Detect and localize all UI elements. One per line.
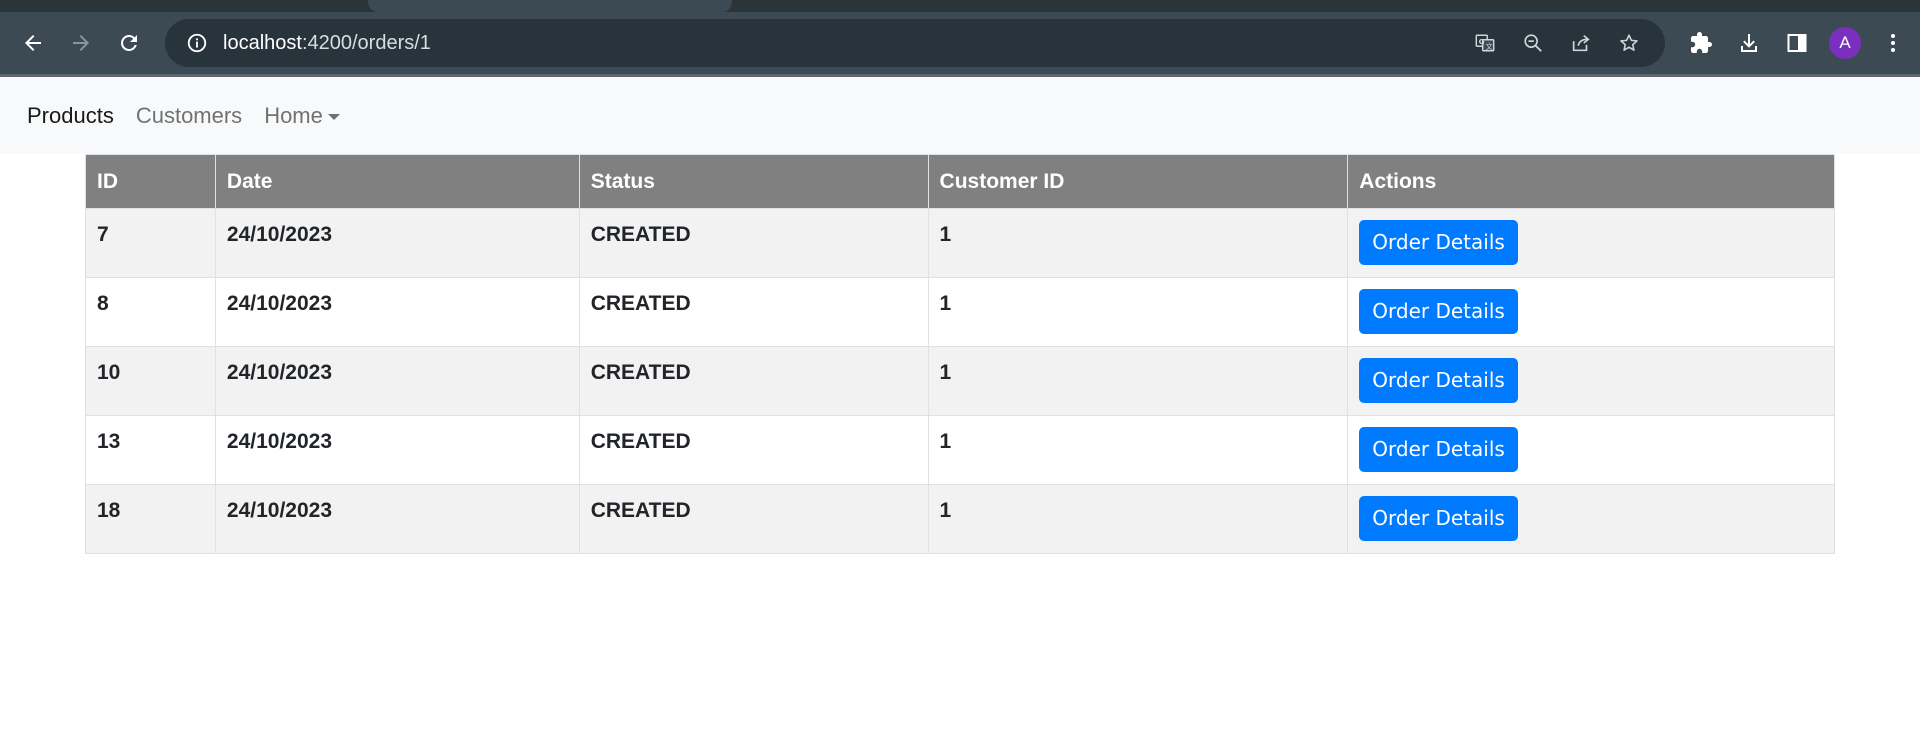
avatar: A	[1829, 27, 1861, 59]
table-header-row: ID Date Status Customer ID Actions	[85, 154, 1835, 209]
info-icon[interactable]	[185, 31, 209, 55]
active-tab[interactable]	[368, 0, 732, 12]
kebab-menu-icon[interactable]	[1869, 21, 1917, 65]
download-icon[interactable]	[1725, 21, 1773, 65]
order-details-button[interactable]: Order Details	[1359, 289, 1518, 334]
share-icon[interactable]	[1557, 21, 1605, 65]
cell-id: 8	[85, 277, 216, 347]
table-row: 8 24/10/2023 CREATED 1 Order Details	[85, 277, 1835, 347]
table-row: 10 24/10/2023 CREATED 1 Order Details	[85, 346, 1835, 416]
table-row: 13 24/10/2023 CREATED 1 Order Details	[85, 415, 1835, 485]
url-path: :4200/orders/1	[301, 31, 431, 54]
cell-status: CREATED	[578, 208, 929, 278]
star-icon[interactable]	[1605, 21, 1653, 65]
cell-actions: Order Details	[1347, 277, 1835, 347]
profile-button[interactable]: A	[1821, 21, 1869, 65]
nav-customers[interactable]: Customers	[136, 103, 242, 129]
cell-id: 7	[85, 208, 216, 278]
table-row: 18 24/10/2023 CREATED 1 Order Details	[85, 484, 1835, 554]
nav-home-dropdown[interactable]: Home	[264, 103, 340, 129]
url-text[interactable]: localhost:4200/orders/1	[223, 32, 431, 55]
back-arrow-icon	[25, 35, 41, 51]
cell-date: 24/10/2023	[214, 484, 580, 554]
cell-id: 13	[85, 415, 216, 485]
cell-customer-id: 1	[927, 208, 1349, 278]
table-row: 7 24/10/2023 CREATED 1 Order Details	[85, 208, 1835, 278]
order-details-button[interactable]: Order Details	[1359, 496, 1518, 541]
orders-table: ID Date Status Customer ID Actions 7 24/…	[85, 154, 1835, 554]
side-panel-icon[interactable]	[1773, 21, 1821, 65]
caret-down-icon	[327, 113, 340, 120]
cell-actions: Order Details	[1347, 346, 1835, 416]
reload-icon	[121, 35, 137, 51]
cell-date: 24/10/2023	[214, 346, 580, 416]
order-details-button[interactable]: Order Details	[1359, 427, 1518, 472]
cell-date: 24/10/2023	[214, 208, 580, 278]
orders-table-container: ID Date Status Customer ID Actions 7 24/…	[85, 154, 1835, 554]
forward-arrow-icon	[73, 35, 89, 51]
cell-id: 10	[85, 346, 216, 416]
address-bar[interactable]: localhost:4200/orders/1 G 文	[165, 19, 1665, 67]
cell-date: 24/10/2023	[214, 277, 580, 347]
cell-customer-id: 1	[927, 484, 1349, 554]
browser-chrome: localhost:4200/orders/1 G 文 A	[0, 0, 1920, 77]
translate-icon[interactable]: G 文	[1461, 21, 1509, 65]
app-navbar: Products Customers Home	[0, 77, 1920, 154]
column-header-actions: Actions	[1347, 154, 1835, 209]
cell-actions: Order Details	[1347, 484, 1835, 554]
column-header-id: ID	[85, 154, 216, 209]
reload-button[interactable]	[105, 21, 153, 65]
column-header-date: Date	[214, 154, 580, 209]
svg-text:文: 文	[1485, 42, 1493, 51]
cell-status: CREATED	[578, 484, 929, 554]
cell-customer-id: 1	[927, 346, 1349, 416]
svg-text:G: G	[1479, 37, 1485, 46]
address-bar-actions: G 文	[1461, 19, 1653, 67]
puzzle-icon[interactable]	[1677, 21, 1725, 65]
tab-strip	[0, 0, 1920, 12]
nav-home-label: Home	[264, 102, 323, 128]
cell-status: CREATED	[578, 346, 929, 416]
order-details-button[interactable]: Order Details	[1359, 220, 1518, 265]
back-button[interactable]	[9, 21, 57, 65]
cell-actions: Order Details	[1347, 208, 1835, 278]
cell-customer-id: 1	[927, 415, 1349, 485]
toolbar-actions: A	[1677, 21, 1917, 65]
cell-status: CREATED	[578, 277, 929, 347]
cell-status: CREATED	[578, 415, 929, 485]
zoom-out-icon[interactable]	[1509, 21, 1557, 65]
nav-products[interactable]: Products	[27, 103, 114, 129]
cell-date: 24/10/2023	[214, 415, 580, 485]
cell-actions: Order Details	[1347, 415, 1835, 485]
url-host: localhost	[223, 31, 302, 54]
forward-button[interactable]	[57, 21, 105, 65]
cell-customer-id: 1	[927, 277, 1349, 347]
column-header-status: Status	[578, 154, 929, 209]
browser-toolbar: localhost:4200/orders/1 G 文 A	[0, 12, 1920, 74]
order-details-button[interactable]: Order Details	[1359, 358, 1518, 403]
cell-id: 18	[85, 484, 216, 554]
column-header-customer-id: Customer ID	[927, 154, 1349, 209]
